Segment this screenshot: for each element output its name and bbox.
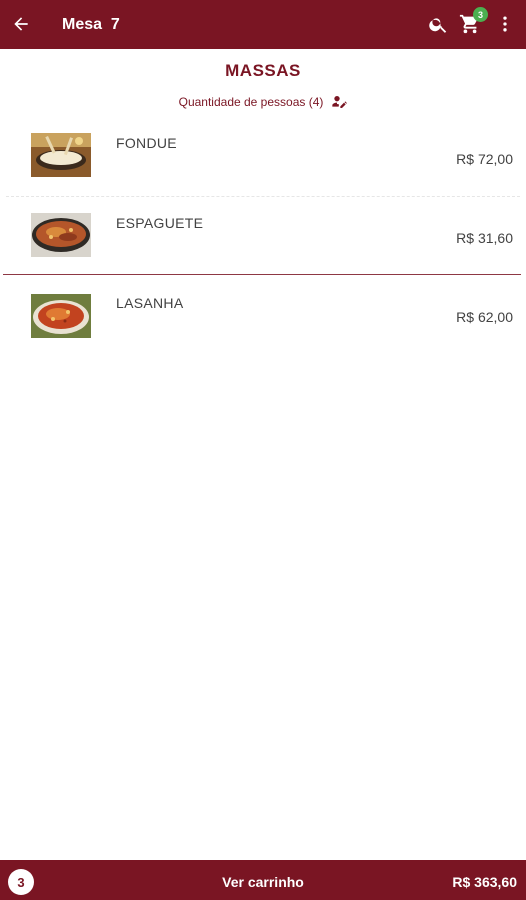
- product-name: LASANHA: [116, 295, 184, 311]
- overflow-menu-button[interactable]: [493, 12, 517, 36]
- selected-item-divider: [3, 274, 521, 275]
- cart-total: R$ 363,60: [452, 874, 517, 890]
- product-item-fondue[interactable]: FONDUE R$ 72,00: [0, 117, 526, 197]
- search-button[interactable]: [426, 12, 450, 36]
- product-item-lasanha[interactable]: LASANHA R$ 62,00: [0, 277, 526, 357]
- product-price: R$ 62,00: [456, 309, 513, 325]
- product-price: R$ 31,60: [456, 230, 513, 246]
- product-name: ESPAGUETE: [116, 215, 204, 231]
- product-name: FONDUE: [116, 135, 177, 151]
- category-title: MASSAS: [225, 61, 301, 80]
- app-bar: Mesa 7 3: [0, 0, 526, 49]
- cart-summary-bar: 3 Ver carrinho R$ 363,60: [0, 860, 526, 900]
- person-edit-icon: [332, 96, 348, 108]
- back-button[interactable]: [9, 12, 33, 36]
- table-title: Mesa 7: [62, 16, 120, 33]
- lasanha-image: [31, 294, 91, 338]
- view-cart-button[interactable]: Ver carrinho: [0, 874, 526, 890]
- cart-button[interactable]: 3: [458, 7, 488, 36]
- people-count-button[interactable]: Quantidade de pessoas (4): [0, 94, 526, 110]
- product-item-espaguete[interactable]: ESPAGUETE R$ 31,60: [0, 197, 526, 277]
- fondue-image: [31, 133, 91, 177]
- more-vert-icon: [503, 16, 507, 32]
- search-icon: [428, 17, 446, 33]
- screen: Mesa 7 3 MASSAS Quantidade de pessoas (4…: [0, 0, 526, 900]
- cart-count-badge: 3: [473, 7, 488, 22]
- arrow-back-icon: [14, 17, 28, 31]
- product-price: R$ 72,00: [456, 151, 513, 167]
- espaguete-image: [31, 213, 91, 257]
- people-count-label: Quantidade de pessoas (4): [178, 95, 324, 109]
